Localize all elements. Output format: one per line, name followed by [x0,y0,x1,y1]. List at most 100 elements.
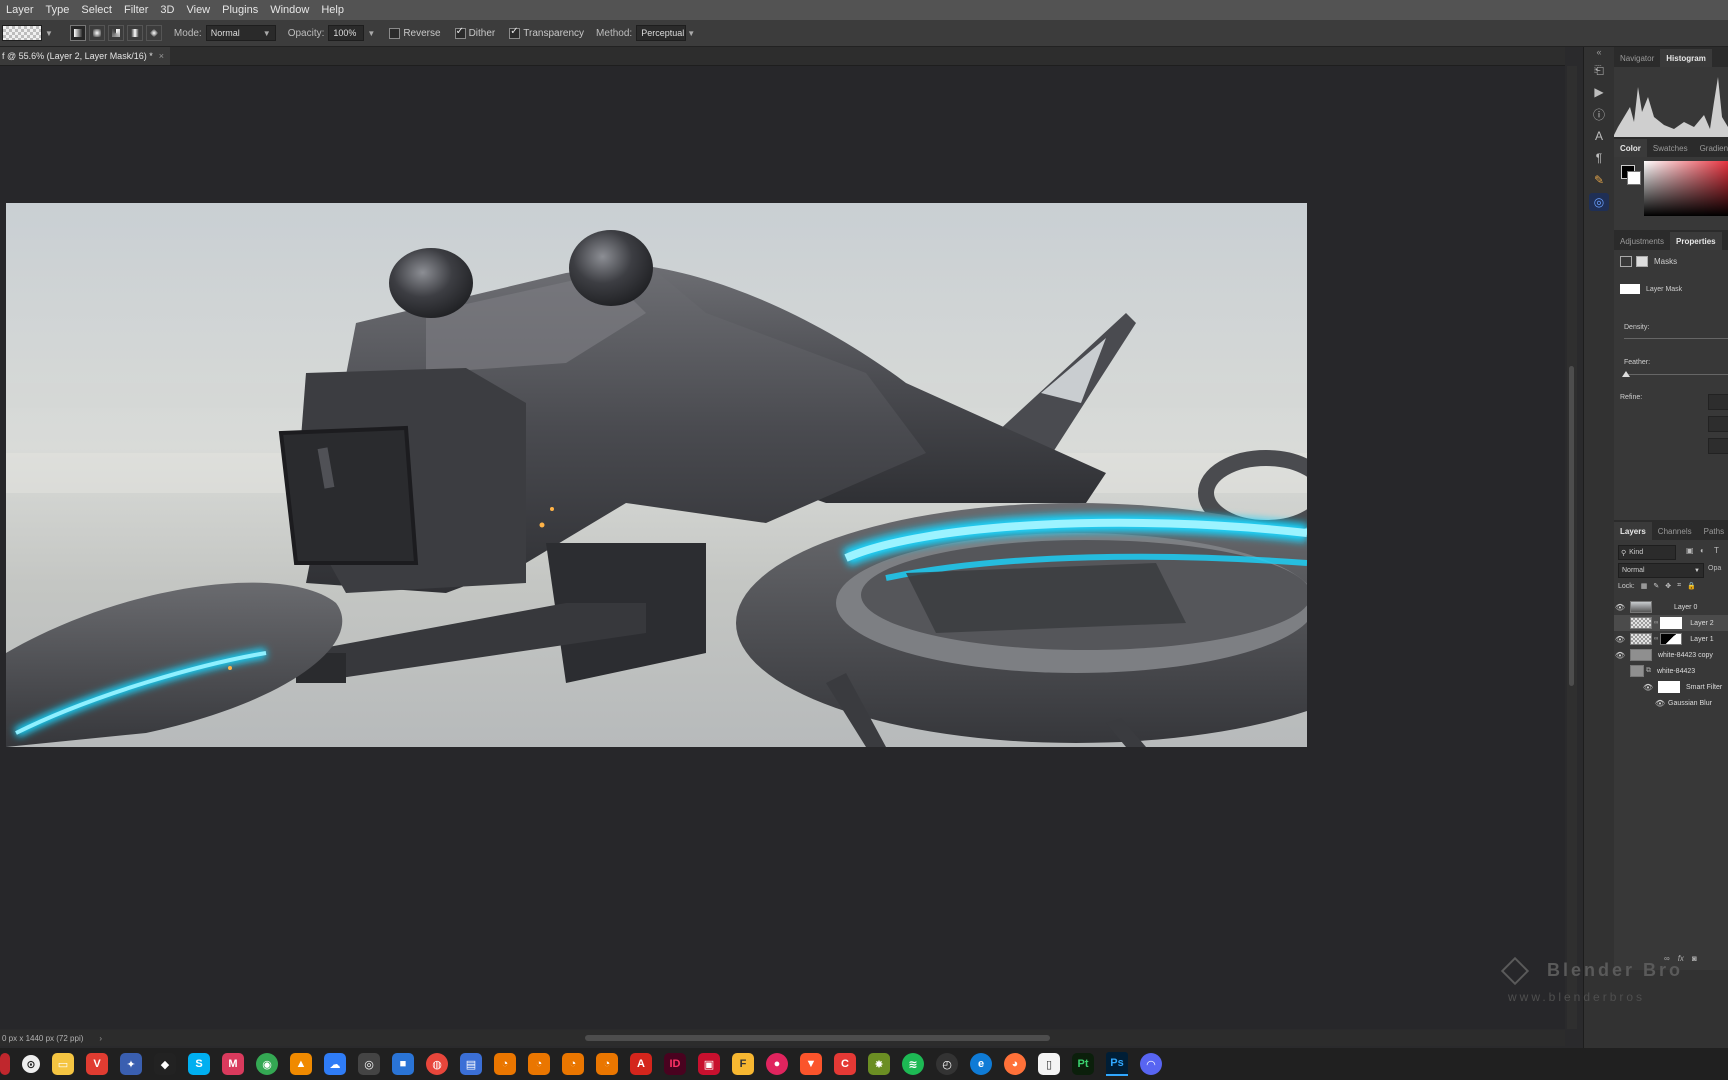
substance-painter-icon[interactable]: Pt [1072,1053,1094,1075]
app-icon-blue[interactable]: ✦ [120,1053,142,1075]
firefox-icon[interactable]: ◕ [1004,1053,1026,1075]
visibility-eye-icon[interactable]: 👁 [1614,651,1626,660]
app-icon-m[interactable]: M [222,1053,244,1075]
tab-navigator[interactable]: Navigator [1614,49,1660,67]
vivaldi-icon[interactable]: V [86,1053,108,1075]
edge-icon[interactable]: e [970,1053,992,1075]
method-select[interactable]: Perceptual ▼ [636,25,695,41]
blend-mode-select[interactable]: Normal ▼ [1618,563,1704,578]
app-icon-window[interactable]: ▤ [460,1053,482,1075]
status-arrow-icon[interactable]: › [99,1034,102,1043]
horizontal-scrollbar[interactable] [110,1033,1565,1043]
tab-layers[interactable]: Layers [1614,522,1652,540]
radial-gradient-button[interactable] [88,25,105,41]
visibility-eye-icon[interactable]: 👁 [1642,683,1654,692]
app-icon-multicolor[interactable]: ◍ [426,1053,448,1075]
layer-mask-thumbnail[interactable] [1660,633,1683,645]
photoshop-icon[interactable]: Ps [1106,1052,1128,1076]
app-icon-clock[interactable]: ◴ [936,1053,958,1075]
info-icon[interactable]: ⓘ [1589,105,1609,123]
adjustment-icon[interactable]: ◎ [1589,193,1609,211]
layer-row[interactable]: ⧉ white-84423 [1614,663,1728,679]
tab-gradients[interactable]: Gradients [1694,139,1728,157]
layer-mask-thumbnail[interactable] [1660,617,1683,629]
dither-checkbox[interactable] [454,26,466,39]
tab-histogram[interactable]: Histogram [1660,49,1712,67]
collapse-arrows-icon[interactable]: « [1589,47,1609,57]
skype-icon[interactable]: S [188,1053,210,1075]
vertical-scrollbar[interactable] [1567,66,1577,1029]
layer-row[interactable]: 👁 ∞ Layer 1 [1614,631,1728,647]
menu-3d[interactable]: 3D [154,4,180,16]
menu-help[interactable]: Help [315,4,350,16]
feather-slider[interactable] [1624,374,1728,375]
tab-adjustments[interactable]: Adjustments [1614,232,1670,250]
brush-settings-icon[interactable]: ✎ [1589,171,1609,189]
lock-image-icon[interactable]: ✎ [1653,582,1659,590]
angle-gradient-button[interactable] [107,25,124,41]
gradient-picker[interactable] [2,25,42,41]
menu-layer[interactable]: Layer [0,4,40,16]
tab-properties[interactable]: Properties [1670,232,1722,250]
menu-select[interactable]: Select [75,4,118,16]
app-icon-circle[interactable]: ⊙ [22,1055,40,1073]
blender-icon-4[interactable]: ◔ [596,1053,618,1075]
filter-pixel-icon[interactable]: ▣ [1686,546,1694,555]
horizontal-scrollbar-thumb[interactable] [585,1035,1050,1041]
brave-icon[interactable]: ▼ [800,1053,822,1075]
pixel-mask-icon[interactable] [1620,256,1632,267]
tab-libraries[interactable]: Li [1722,232,1728,250]
menu-window[interactable]: Window [264,4,315,16]
notepad-icon[interactable]: ▯ [1038,1053,1060,1075]
reverse-checkbox[interactable] [389,27,401,39]
app-icon-camera[interactable]: ◎ [358,1053,380,1075]
swap-colors-icon[interactable] [1616,161,1626,171]
app-icon-fox[interactable]: ◆ [154,1053,176,1075]
vlc-icon[interactable]: ▲ [290,1053,312,1075]
menu-filter[interactable]: Filter [118,4,154,16]
background-color-swatch[interactable] [1627,171,1641,185]
app-icon-f[interactable]: F [732,1053,754,1075]
visibility-eye-icon[interactable]: 👁 [1614,635,1626,644]
blender-icon-2[interactable]: ◔ [528,1053,550,1075]
layer-row-selected[interactable]: ∞ Layer 2 [1614,615,1728,631]
app-icon-square[interactable]: ■ [392,1053,414,1075]
blender-icon-3[interactable]: ◔ [562,1053,584,1075]
feather-slider-handle[interactable] [1622,371,1630,377]
lock-all-icon[interactable]: 🔒 [1687,582,1696,590]
character-icon[interactable]: A [1589,127,1609,145]
transparency-checkbox[interactable] [509,26,521,39]
document-tab[interactable]: f @ 55.6% (Layer 2, Layer Mask/16) * × [0,47,170,65]
vector-mask-icon[interactable] [1636,256,1648,267]
diamond-gradient-button[interactable] [145,25,162,41]
lock-transparent-icon[interactable]: ▦ [1641,582,1648,590]
file-explorer-icon[interactable]: ▭ [52,1053,74,1075]
tab-channels[interactable]: Channels [1652,522,1698,540]
link-icon[interactable]: ∞ [1654,620,1658,626]
layer-filter-kind[interactable]: ⚲ Kind [1618,545,1676,560]
paragraph-icon[interactable]: ¶ [1589,149,1609,167]
select-and-mask-button[interactable] [1708,394,1728,410]
smart-filter-row[interactable]: 👁 Smart Filter [1614,679,1728,695]
spotify-icon[interactable]: ≋ [902,1053,924,1075]
tab-swatches[interactable]: Swatches [1647,139,1694,157]
menu-plugins[interactable]: Plugins [216,4,264,16]
app-icon-red[interactable] [0,1053,10,1075]
acrobat-icon[interactable]: A [630,1053,652,1075]
density-slider[interactable] [1624,338,1728,339]
layer-row[interactable]: 👁 white-84423 copy [1614,647,1728,663]
indesign-icon[interactable]: ID [664,1053,686,1075]
lock-position-icon[interactable]: ✥ [1665,582,1671,590]
tab-color[interactable]: Color [1614,139,1647,157]
chrome-icon[interactable]: ◉ [256,1053,278,1075]
app-icon-pink[interactable]: ● [766,1053,788,1075]
linear-gradient-button[interactable] [69,25,86,41]
color-picker-field[interactable] [1644,161,1728,216]
filter-adjustment-icon[interactable]: ◐ [1700,546,1705,555]
tab-paths[interactable]: Paths [1698,522,1728,540]
lock-artboard-icon[interactable]: ⌗ [1677,582,1681,590]
visibility-eye-icon[interactable]: 👁 [1654,699,1666,708]
app-icon-c[interactable]: C [834,1053,856,1075]
canvas-area[interactable] [0,66,1565,1029]
reflected-gradient-button[interactable] [126,25,143,41]
